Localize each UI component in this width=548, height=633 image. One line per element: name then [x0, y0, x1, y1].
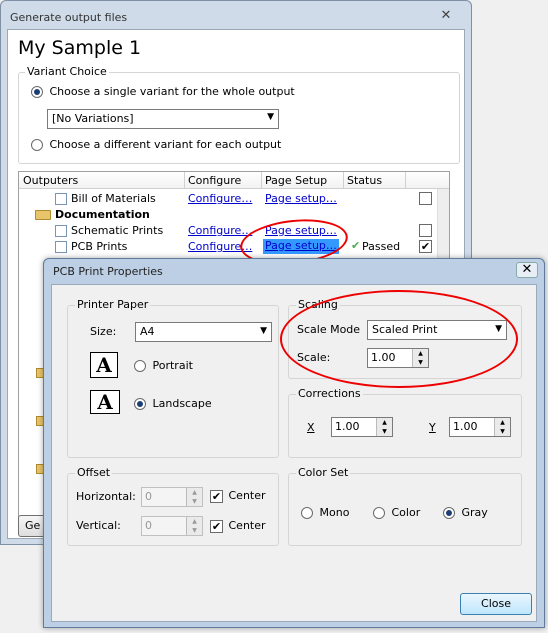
enable-checkbox[interactable]	[419, 224, 432, 237]
vertical-offset-spinner[interactable]: 0 ▲ ▼	[141, 516, 203, 536]
size-label: Size:	[90, 325, 117, 338]
page-title: My Sample 1	[18, 37, 142, 59]
spinner-arrows-icon[interactable]: ▲ ▼	[186, 517, 202, 535]
close-icon[interactable]: ✕	[435, 8, 457, 24]
header-page-setup[interactable]: Page Setup	[265, 174, 327, 187]
header-status[interactable]: Status	[347, 174, 382, 187]
landscape-page-icon: A	[90, 390, 120, 414]
variant-combo[interactable]: [No Variations] ▼	[47, 109, 279, 129]
horizontal-label: Horizontal:	[76, 490, 136, 503]
spinner-arrows-icon[interactable]: ▲ ▼	[186, 488, 202, 506]
y-correction-value: 1.00	[453, 420, 478, 433]
passed-check-icon: ✔	[351, 239, 361, 252]
paper-size-value: A4	[140, 325, 155, 338]
close-button[interactable]: Close	[460, 593, 532, 615]
radio-button[interactable]	[134, 360, 146, 372]
chevron-down-icon: ▼	[267, 112, 274, 122]
row-name: PCB Prints	[71, 240, 128, 253]
horizontal-center-checkbox[interactable]: ✔ Center	[210, 489, 266, 503]
close-icon[interactable]: ✕	[516, 262, 538, 278]
header-outputers[interactable]: Outputers	[23, 174, 78, 187]
color-set-label: Color Set	[296, 466, 351, 479]
dialog-title: PCB Print Properties	[53, 265, 163, 278]
offset-label: Offset	[75, 466, 113, 479]
radio-button[interactable]	[31, 86, 43, 98]
annotation-circle	[280, 290, 518, 388]
x-correction-value: 1.00	[335, 420, 360, 433]
x-correction-spinner[interactable]: 1.00 ▲ ▼	[331, 417, 393, 437]
center-label: Center	[228, 489, 266, 502]
radio-mono[interactable]: Mono	[301, 506, 349, 519]
center-label: Center	[228, 519, 266, 532]
printer-paper-group: Printer Paper Size: A4 ▼ A Portrait A La…	[67, 298, 279, 458]
vertical-offset-value: 0	[145, 519, 152, 532]
y-correction-spinner[interactable]: 1.00 ▲ ▼	[449, 417, 511, 437]
radio-button[interactable]	[373, 507, 385, 519]
paper-size-combo[interactable]: A4 ▼	[135, 322, 272, 342]
radio-button[interactable]	[134, 398, 146, 410]
enable-checkbox[interactable]: ✔	[419, 240, 432, 253]
grid-header: Outputers Configure Page Setup Status	[19, 172, 449, 189]
table-row[interactable]: Bill of Materials Configure… Page setup…	[19, 191, 449, 207]
color-label: Color	[391, 506, 421, 519]
document-icon	[55, 225, 67, 237]
corrections-group: Corrections X 1.00 ▲ ▼ Y 1.00 ▲ ▼	[288, 387, 522, 458]
page-setup-link[interactable]: Page setup…	[265, 192, 337, 205]
radio-single-variant[interactable]: Choose a single variant for the whole ou…	[31, 85, 295, 98]
portrait-label: Portrait	[152, 359, 193, 372]
radio-portrait[interactable]: Portrait	[134, 359, 193, 372]
table-row[interactable]: Documentation	[19, 207, 449, 223]
enable-checkbox[interactable]	[419, 192, 432, 205]
radio-different-variant[interactable]: Choose a different variant for each outp…	[31, 138, 281, 151]
corrections-label: Corrections	[296, 387, 363, 400]
configure-link[interactable]: Configure…	[188, 192, 252, 205]
radio-button[interactable]	[31, 139, 43, 151]
checkbox[interactable]: ✔	[210, 489, 223, 503]
radio-single-variant-label: Choose a single variant for the whole ou…	[49, 85, 295, 98]
variant-choice-group: Variant Choice Choose a single variant f…	[18, 65, 460, 164]
offset-group: Offset Horizontal: 0 ▲ ▼ ✔ Center Vertica…	[67, 466, 279, 546]
radio-color[interactable]: Color	[373, 506, 420, 519]
color-set-group: Color Set Mono Color Gray	[288, 466, 522, 546]
status-text: Passed	[362, 240, 401, 253]
configure-link[interactable]: Configure…	[188, 224, 252, 237]
window-title: Generate output files	[10, 11, 128, 24]
table-row[interactable]: PCB Prints Configure… Page setup… ✔ Pass…	[19, 239, 449, 255]
vertical-center-checkbox[interactable]: ✔ Center	[210, 519, 266, 533]
horizontal-offset-value: 0	[145, 490, 152, 503]
x-label: X	[307, 421, 315, 434]
document-icon	[55, 193, 67, 205]
row-name: Schematic Prints	[71, 224, 164, 237]
row-name: Bill of Materials	[71, 192, 156, 205]
variant-combo-value: [No Variations]	[52, 112, 134, 125]
mono-label: Mono	[319, 506, 350, 519]
table-row[interactable]: Schematic Prints Configure… Page setup…	[19, 223, 449, 239]
vertical-label: Vertical:	[76, 519, 121, 532]
chevron-down-icon: ▼	[260, 326, 267, 336]
gray-label: Gray	[461, 506, 488, 519]
document-icon	[55, 241, 67, 253]
radio-different-variant-label: Choose a different variant for each outp…	[49, 138, 282, 151]
spinner-arrows-icon[interactable]: ▲ ▼	[376, 418, 392, 436]
variant-choice-label: Variant Choice	[25, 65, 109, 78]
radio-button[interactable]	[301, 507, 313, 519]
radio-gray[interactable]: Gray	[443, 506, 488, 519]
y-label: Y	[429, 421, 436, 434]
radio-landscape[interactable]: Landscape	[134, 397, 212, 410]
spinner-arrows-icon[interactable]: ▲ ▼	[494, 418, 510, 436]
header-configure[interactable]: Configure	[188, 174, 241, 187]
printer-paper-label: Printer Paper	[75, 298, 151, 311]
folder-icon	[35, 210, 51, 220]
landscape-label: Landscape	[152, 397, 212, 410]
row-name: Documentation	[55, 208, 150, 221]
portrait-page-icon: A	[90, 352, 118, 378]
radio-button[interactable]	[443, 507, 455, 519]
horizontal-offset-spinner[interactable]: 0 ▲ ▼	[141, 487, 203, 507]
checkbox[interactable]: ✔	[210, 519, 223, 533]
